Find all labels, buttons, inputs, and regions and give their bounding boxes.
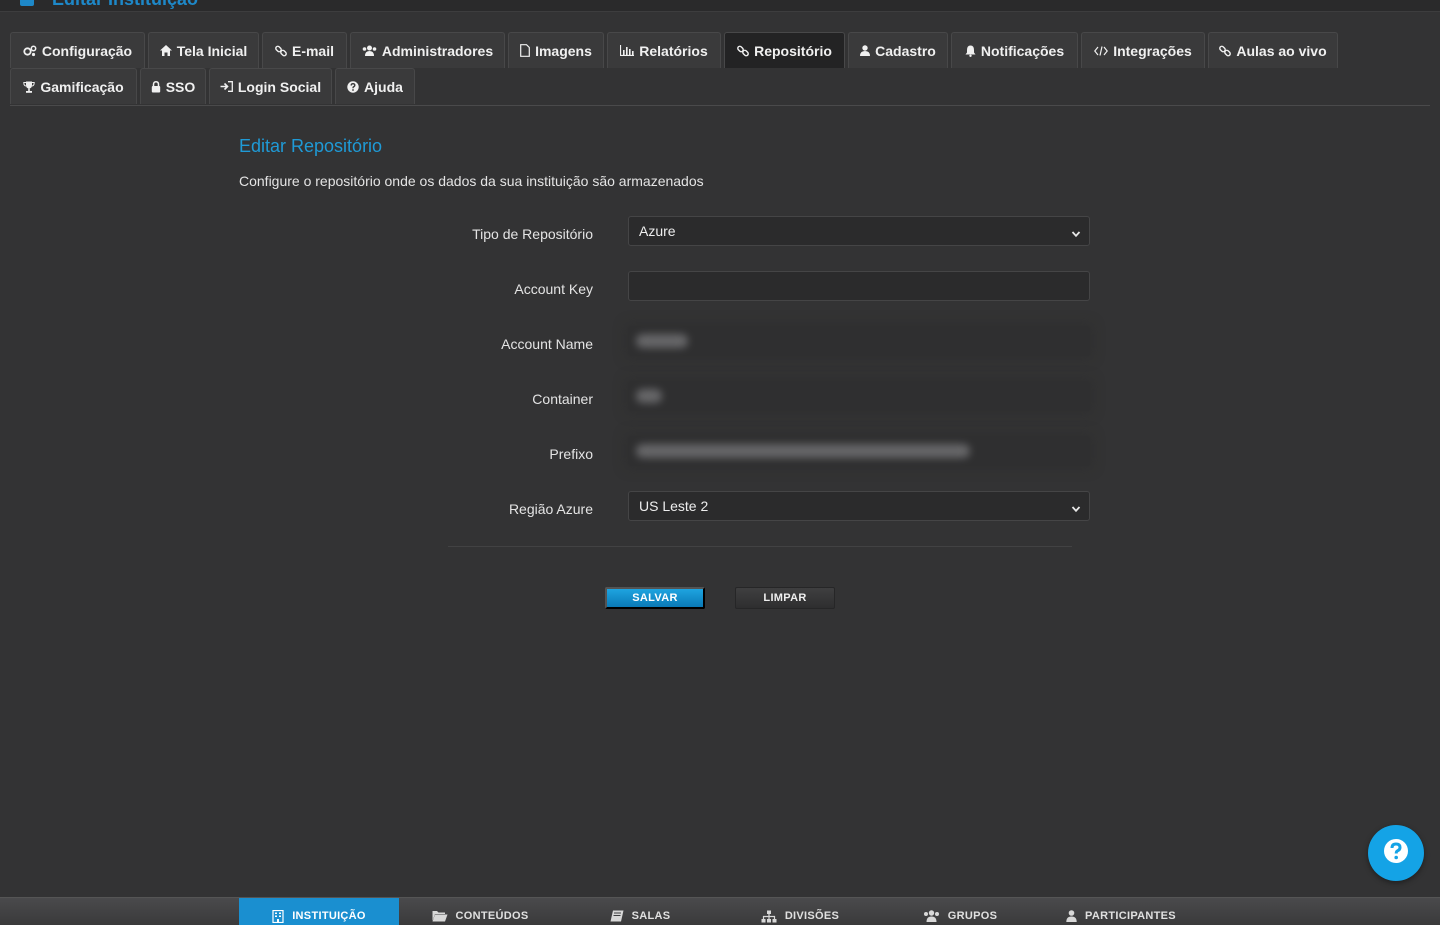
redacted-value — [636, 444, 970, 458]
trophy-icon — [23, 81, 36, 93]
tab-label: Notificações — [980, 42, 1065, 59]
form-title: Editar Repositório — [239, 136, 383, 156]
redacted-value — [636, 389, 662, 403]
book-icon — [610, 910, 624, 922]
tab-label: Integrações — [1113, 42, 1192, 59]
user-icon — [860, 45, 871, 56]
tab-integracoes[interactable]: Integrações — [1081, 32, 1205, 68]
tab-administradores[interactable]: Administradores — [350, 32, 505, 68]
form-description: Configure o repositório onde os dados da… — [239, 173, 704, 189]
question-circle-icon — [347, 80, 359, 93]
repo-type-select[interactable]: Azure — [628, 216, 1090, 246]
account-key-input[interactable] — [628, 271, 1090, 301]
institution-icon — [20, 0, 34, 6]
nav-label: SALAS — [631, 910, 671, 922]
tab-label: Repositório — [754, 42, 832, 59]
tab-configuracao[interactable]: Configuração — [10, 32, 145, 68]
tab-cadastro[interactable]: Cadastro — [848, 32, 948, 68]
nav-divisoes[interactable]: DIVISÕES — [735, 898, 865, 925]
tab-email[interactable]: E-mail — [262, 32, 347, 68]
tab-label: E-mail — [291, 42, 334, 59]
page-header: Editar Instituição — [0, 0, 1440, 12]
tab-label: Login Social — [237, 78, 322, 95]
account-name-input[interactable] — [628, 326, 1090, 356]
tab-label: Administradores — [381, 42, 494, 59]
tab-label: Gamificação — [40, 78, 124, 95]
tab-label: Aulas ao vivo — [1236, 42, 1327, 59]
chevron-down-icon — [1071, 501, 1081, 517]
bottom-navigation: INSTITUIÇÃO CONTEÚDOS SALAS DIVISÕES GRU… — [0, 897, 1440, 925]
tab-tela-inicial[interactable]: Tela Inicial — [148, 32, 259, 68]
users-icon — [362, 45, 377, 56]
sitemap-icon — [761, 910, 777, 923]
link-icon — [1219, 45, 1232, 57]
prefix-label: Prefixo — [549, 446, 593, 462]
azure-region-value: US Leste 2 — [639, 498, 709, 514]
file-icon — [520, 44, 530, 57]
tab-relatorios[interactable]: Relatórios — [607, 32, 721, 68]
azure-region-label: Região Azure — [508, 501, 593, 517]
code-icon — [1094, 45, 1109, 56]
gears-icon — [23, 45, 37, 57]
home-icon — [159, 45, 172, 56]
tab-ajuda[interactable]: Ajuda — [335, 68, 415, 104]
tab-label: Ajuda — [364, 78, 403, 95]
sign-in-icon — [220, 81, 233, 92]
link-icon — [275, 45, 287, 57]
settings-tabs: Configuração Tela Inicial E-mail Adminis… — [10, 32, 1430, 106]
redacted-value — [636, 334, 688, 348]
container-label: Container — [532, 391, 593, 407]
tab-gamificacao[interactable]: Gamificação — [10, 68, 137, 104]
help-button[interactable] — [1368, 825, 1424, 881]
bar-chart-icon — [620, 45, 635, 56]
tab-label: Configuração — [41, 42, 133, 59]
clear-button[interactable]: LIMPAR — [735, 587, 835, 609]
users-icon — [923, 910, 940, 922]
prefix-input[interactable] — [628, 436, 1090, 466]
tab-aulas-ao-vivo[interactable]: Aulas ao vivo — [1208, 32, 1338, 68]
tab-imagens[interactable]: Imagens — [508, 32, 604, 68]
tab-label: Relatórios — [639, 42, 708, 59]
repo-type-label: Tipo de Repositório — [472, 226, 593, 242]
nav-label: INSTITUIÇÃO — [292, 910, 366, 922]
building-icon — [272, 909, 284, 923]
nav-instituicao[interactable]: INSTITUIÇÃO — [239, 898, 399, 925]
folder-open-icon — [432, 910, 448, 922]
tab-label: Imagens — [535, 42, 592, 59]
bell-icon — [965, 45, 976, 57]
nav-conteudos[interactable]: CONTEÚDOS — [410, 898, 550, 925]
user-icon — [1066, 910, 1077, 922]
tab-sso[interactable]: SSO — [140, 68, 206, 104]
nav-salas[interactable]: SALAS — [580, 898, 700, 925]
nav-grupos[interactable]: GRUPOS — [895, 898, 1025, 925]
tab-label: Tela Inicial — [176, 42, 248, 59]
save-button[interactable]: SALVAR — [605, 587, 705, 609]
nav-label: GRUPOS — [947, 910, 998, 922]
nav-participantes[interactable]: PARTICIPANTES — [1050, 898, 1192, 925]
lock-icon — [151, 80, 161, 93]
tab-notificacoes[interactable]: Notificações — [951, 32, 1078, 68]
nav-label: PARTICIPANTES — [1085, 910, 1176, 922]
page-title: Editar Instituição — [52, 0, 198, 8]
nav-label: CONTEÚDOS — [455, 910, 529, 922]
link-icon — [737, 45, 750, 57]
tab-repositorio[interactable]: Repositório — [724, 32, 845, 68]
repo-type-value: Azure — [639, 223, 676, 239]
nav-label: DIVISÕES — [784, 910, 840, 922]
container-input[interactable] — [628, 381, 1090, 411]
account-name-label: Account Name — [501, 336, 593, 352]
tab-label: SSO — [165, 78, 196, 95]
azure-region-select[interactable]: US Leste 2 — [628, 491, 1090, 521]
tab-login-social[interactable]: Login Social — [209, 68, 332, 104]
account-key-label: Account Key — [514, 281, 593, 297]
question-circle-icon — [1383, 838, 1409, 869]
tab-label: Cadastro — [875, 42, 936, 59]
chevron-down-icon — [1071, 226, 1081, 242]
form-divider — [448, 546, 1072, 547]
